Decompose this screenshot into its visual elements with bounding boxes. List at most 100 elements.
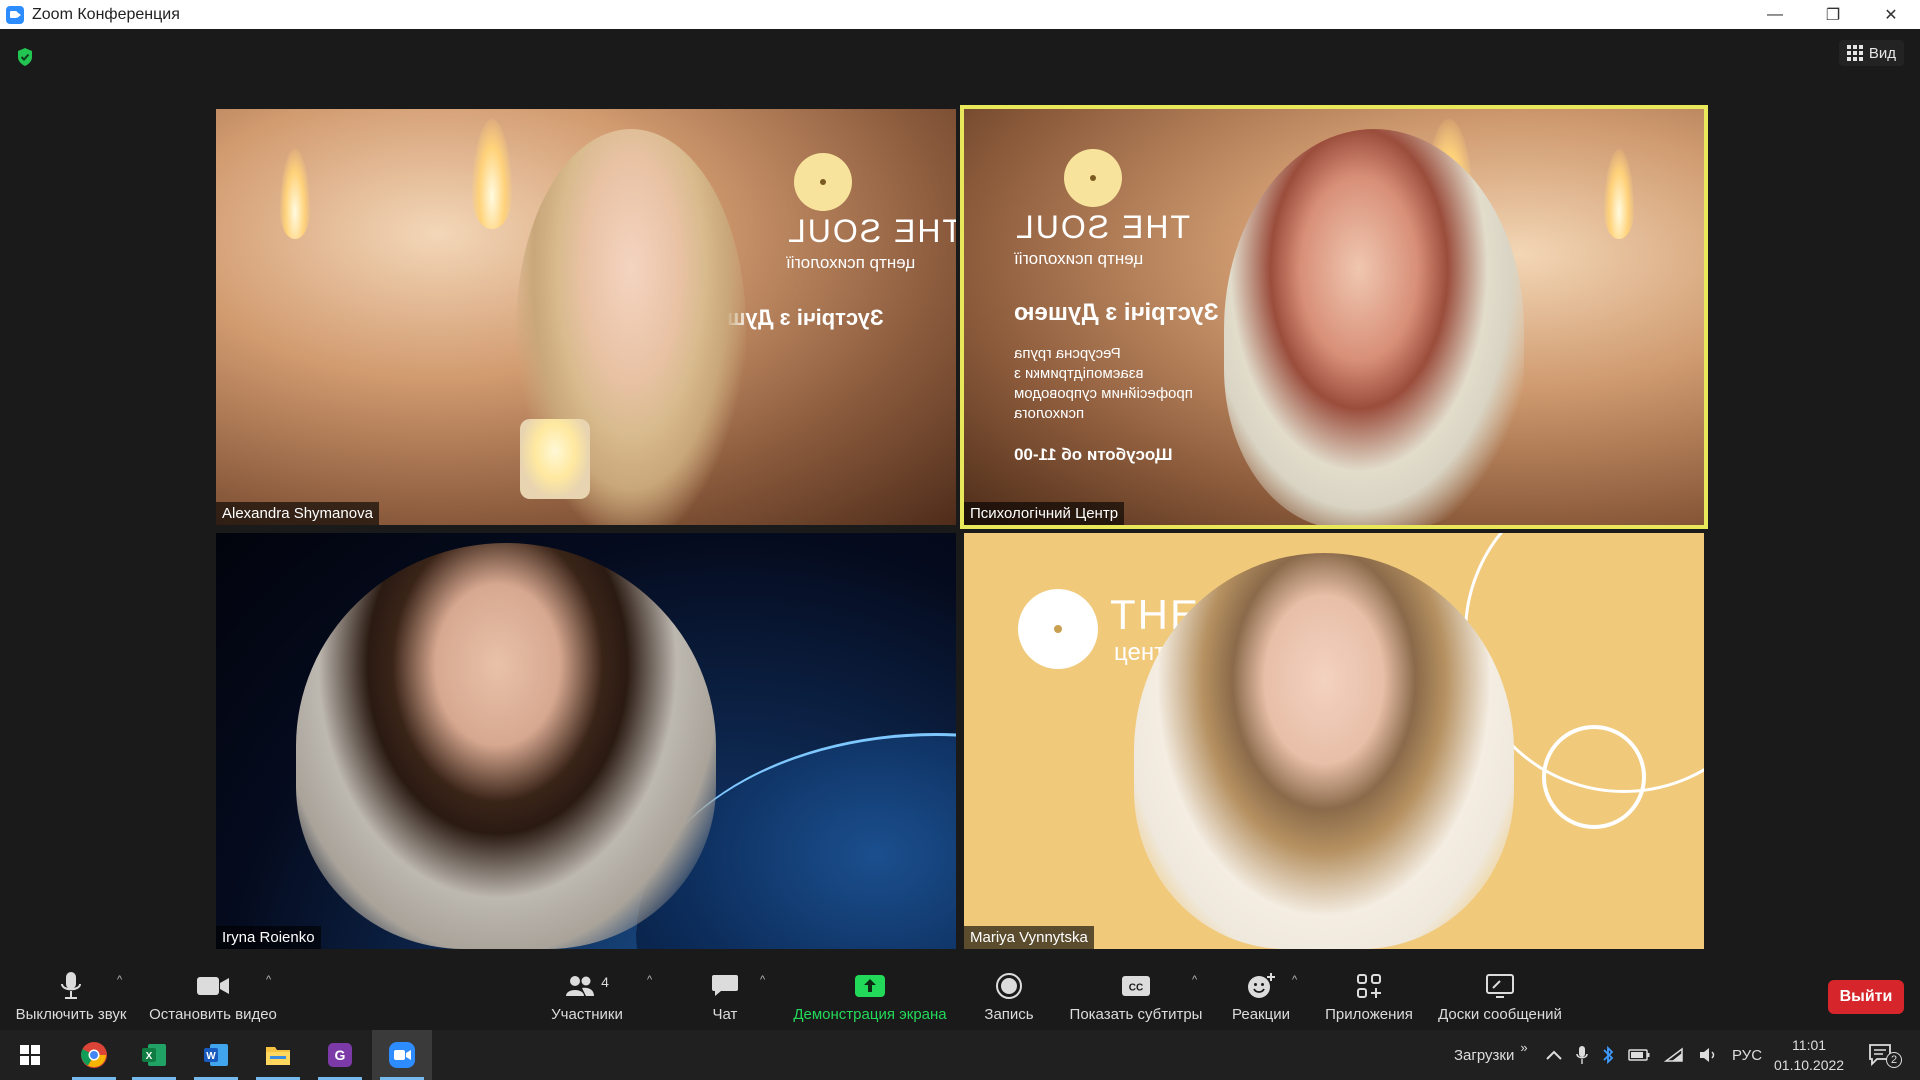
taskbar-word[interactable]: W [186, 1030, 246, 1080]
whiteboards-label: Доски сообщений [1438, 1006, 1562, 1023]
event-desc-line: Ресурсна група [1014, 345, 1121, 362]
whiteboard-icon [1486, 974, 1514, 998]
apps-button[interactable]: Приложения [1320, 960, 1418, 1030]
grid-view-icon [1846, 45, 1863, 61]
share-screen-button[interactable]: Демонстрация экрана [784, 960, 956, 1030]
participants-label: Участники [551, 1006, 623, 1023]
video-tile[interactable]: THE SO центр псих Mariya Vynnytska [964, 533, 1704, 949]
bluetooth-icon[interactable] [1602, 1045, 1614, 1065]
mute-label: Выключить звук [15, 1006, 127, 1023]
candle-flame [280, 149, 310, 239]
participants-button[interactable]: 4 Участники [546, 960, 628, 1030]
battery-icon[interactable] [1628, 1049, 1650, 1061]
chat-options-caret[interactable]: ^ [760, 974, 765, 986]
folder-icon [266, 1047, 290, 1065]
zoom-icon [389, 1042, 415, 1068]
captions-label: Показать субтитры [1069, 1006, 1203, 1023]
mute-button[interactable]: Выключить звук [10, 960, 132, 1030]
reactions-button[interactable]: Реакции [1228, 960, 1294, 1030]
downloads-toolbar[interactable]: Загрузки » [1454, 1030, 1528, 1080]
captions-options-caret[interactable]: ^ [1192, 974, 1197, 986]
notification-center-button[interactable]: 2 [1868, 1030, 1902, 1080]
window-title: Zoom Конференция [32, 5, 180, 23]
decorative-circle [1542, 725, 1646, 829]
wifi-icon[interactable] [1664, 1047, 1684, 1063]
volume-icon[interactable] [1698, 1047, 1718, 1063]
share-screen-icon [855, 975, 885, 997]
chevron-up-icon[interactable] [1546, 1050, 1562, 1060]
share-screen-label: Демонстрация экрана [793, 1006, 947, 1023]
participant-video [1224, 129, 1524, 525]
record-button[interactable]: Запись [976, 960, 1042, 1030]
video-tile[interactable]: THE SOUL центр психології Зустрічі з Душ… [216, 109, 956, 525]
taskbar-excel[interactable]: X [124, 1030, 184, 1080]
brand-subtitle: центр психології [1014, 249, 1144, 268]
record-label: Запись [984, 1006, 1034, 1023]
microphone-icon [61, 972, 81, 999]
candle-flame [1604, 149, 1634, 239]
security-shield-icon[interactable] [16, 47, 34, 67]
chat-bubble-icon [712, 975, 738, 996]
close-button[interactable]: ✕ [1862, 0, 1920, 29]
reactions-label: Реакции [1232, 1006, 1290, 1023]
clock-time: 11:01 [1792, 1037, 1827, 1053]
stop-video-button[interactable]: Остановить видео [148, 960, 278, 1030]
video-camera-icon [197, 977, 229, 995]
taskbar-pdf-app[interactable]: G [310, 1030, 370, 1080]
start-button[interactable] [0, 1030, 60, 1080]
svg-text:X: X [146, 1051, 153, 1062]
leave-button[interactable]: Выйти [1828, 980, 1904, 1014]
logo-circle [794, 153, 852, 211]
video-tile[interactable]: Iryna Roienko [216, 533, 956, 949]
clock[interactable]: 11:01 01.10.2022 [1774, 1030, 1844, 1080]
chat-button[interactable]: Чат [700, 960, 750, 1030]
svg-text:G: G [335, 1047, 346, 1063]
closed-captions-icon: CC [1122, 976, 1150, 996]
participant-name: Mariya Vynnytska [964, 926, 1094, 949]
event-schedule: Щосуботи об 11-00 [1014, 445, 1173, 464]
participant-video [1134, 553, 1514, 949]
participant-video [296, 543, 716, 949]
svg-text:CC: CC [1129, 983, 1143, 994]
video-tile-active-speaker[interactable]: THE SOUL центр психології Зустрічі з Душ… [960, 105, 1708, 529]
microphone-tray-icon[interactable] [1576, 1045, 1588, 1065]
video-options-caret[interactable]: ^ [266, 974, 271, 986]
audio-options-caret[interactable]: ^ [117, 974, 122, 986]
whiteboards-button[interactable]: Доски сообщений [1432, 960, 1568, 1030]
apps-label: Приложения [1325, 1006, 1413, 1023]
downloads-expand[interactable]: » [1520, 1040, 1527, 1055]
system-tray: РУС [1546, 1030, 1762, 1080]
logo-circle [1018, 589, 1098, 669]
svg-text:W: W [206, 1051, 216, 1062]
record-icon [996, 973, 1022, 999]
restore-button[interactable]: ❐ [1804, 0, 1862, 29]
taskbar-zoom[interactable] [372, 1030, 432, 1080]
title-bar: Zoom Конференция — ❐ ✕ [0, 0, 1920, 29]
participants-icon [566, 976, 595, 996]
candle-flame [472, 119, 512, 229]
logo-circle [1064, 149, 1122, 207]
taskbar-file-explorer[interactable] [248, 1030, 308, 1080]
taskbar-chrome[interactable] [64, 1030, 124, 1080]
participants-count: 4 [601, 974, 609, 990]
reactions-options-caret[interactable]: ^ [1292, 974, 1297, 986]
participants-options-caret[interactable]: ^ [647, 974, 652, 986]
event-title: Зустрічі з Душею [1014, 299, 1219, 326]
captions-button[interactable]: CC Показать субтитры [1066, 960, 1206, 1030]
view-button[interactable]: Вид [1838, 40, 1904, 66]
event-desc-line: професійним супроводом [1014, 385, 1193, 402]
apps-icon [1357, 974, 1381, 998]
window-controls: — ❐ ✕ [1746, 0, 1920, 29]
language-indicator[interactable]: РУС [1732, 1047, 1762, 1064]
view-label: Вид [1868, 44, 1896, 62]
minimize-button[interactable]: — [1746, 0, 1804, 29]
downloads-label: Загрузки [1454, 1046, 1515, 1064]
chrome-icon [81, 1042, 107, 1068]
participant-name: Alexandra Shymanova [216, 502, 379, 525]
excel-icon: X [142, 1044, 166, 1066]
participant-name: Психологічний Центр [964, 502, 1125, 525]
windows-taskbar: X W G Загрузки » РУС 11:01 01.10.2022 2 [0, 1030, 1920, 1080]
smiley-plus-icon [1248, 973, 1275, 998]
notification-count-badge: 2 [1886, 1052, 1902, 1068]
zoom-app-icon [6, 5, 24, 24]
